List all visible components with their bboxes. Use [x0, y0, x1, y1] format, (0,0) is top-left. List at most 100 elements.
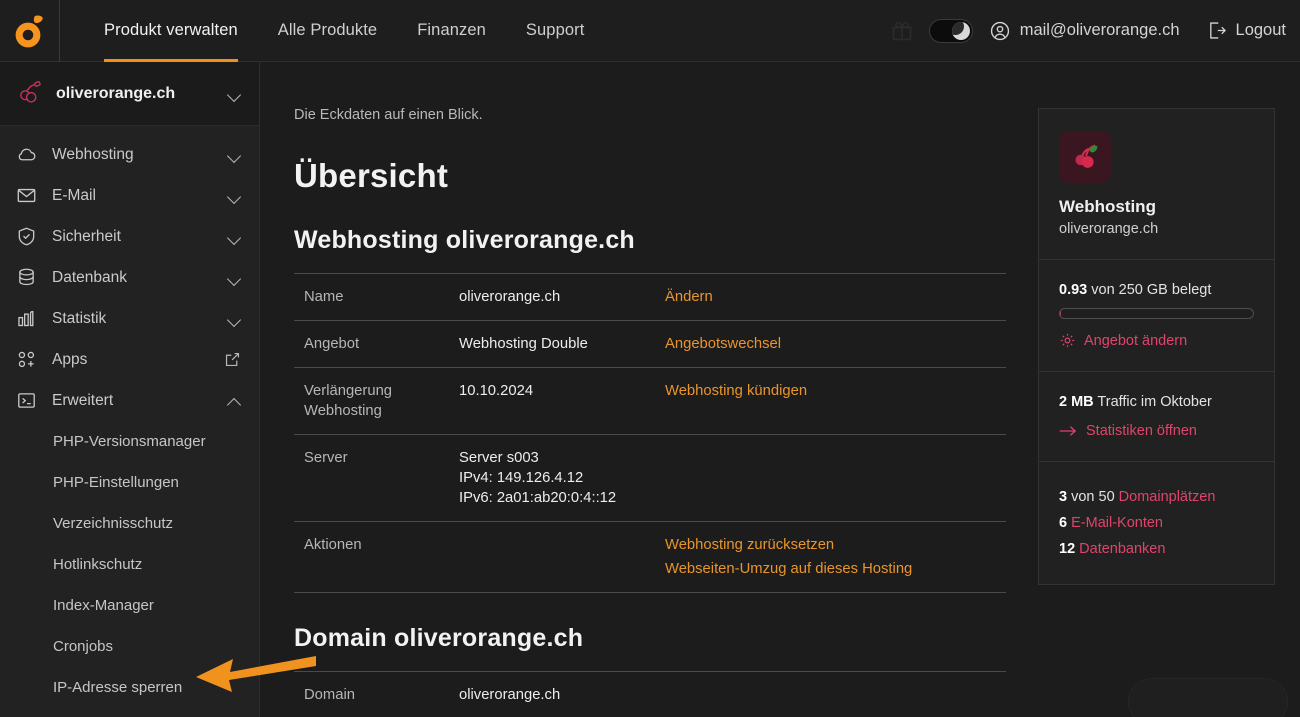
table-row: Domain oliverorange.ch: [294, 672, 1006, 717]
site-selector[interactable]: oliverorange.ch: [0, 62, 259, 126]
account-menu[interactable]: mail@oliverorange.ch: [989, 20, 1180, 42]
envelope-icon: [16, 185, 38, 206]
cloud-icon: [16, 144, 38, 165]
sidebar-item-statistik[interactable]: Statistik: [0, 298, 259, 339]
sidebar-subitem-hotlinkschutz[interactable]: Hotlinkschutz: [0, 544, 259, 585]
sidebar-label: Webhosting: [52, 145, 134, 163]
gift-button[interactable]: [879, 19, 925, 43]
nav-support[interactable]: Support: [526, 0, 585, 62]
arrow-right-icon: [1059, 426, 1077, 436]
sidebar-subitem-verzeichnisschutz[interactable]: Verzeichnisschutz: [0, 503, 259, 544]
chevron-down-icon: [228, 233, 241, 241]
summary-card: Webhosting oliverorange.ch 0.93 von 250 …: [1038, 108, 1275, 585]
open-statistics-label: Statistiken öffnen: [1086, 423, 1197, 439]
gear-icon: [1060, 333, 1075, 348]
row-label: Domain: [304, 687, 355, 703]
dark-mode-toggle[interactable]: [928, 18, 973, 43]
row-value: [459, 535, 665, 579]
nav-produkt-verwalten[interactable]: Produkt verwalten: [104, 0, 238, 62]
storage-progress-bar: [1059, 308, 1254, 319]
nav-label: Support: [525, 21, 585, 39]
open-statistics-link[interactable]: Statistiken öffnen: [1059, 423, 1254, 439]
row-actions: Webhosting zurücksetzen Webseiten-Umzug …: [665, 535, 1006, 579]
chevron-up-icon: [228, 397, 241, 405]
sidebar-subitem-cronjobs[interactable]: Cronjobs: [0, 626, 259, 667]
sidebar-sub-label: Cronjobs: [53, 638, 114, 655]
sidebar-subitem-php-einstellungen[interactable]: PHP-Einstellungen: [0, 462, 259, 503]
external-link-icon: [224, 351, 241, 368]
sidebar-item-sicherheit[interactable]: Sicherheit: [0, 216, 259, 257]
row-actions: Webhosting kündigen: [665, 381, 1006, 421]
app-root: Produkt verwalten Alle Produkte Finanzen…: [0, 0, 1300, 717]
storage-used-value: 0.93: [1059, 282, 1088, 298]
chevron-down-icon: [228, 274, 241, 282]
sidebar-item-datenbank[interactable]: Datenbank: [0, 257, 259, 298]
card-header-section: Webhosting oliverorange.ch: [1039, 109, 1274, 260]
table-row: Server Server s003 IPv4: 149.126.4.12 IP…: [294, 435, 1006, 522]
row-value: oliverorange.ch: [459, 289, 561, 305]
datenbanken-link[interactable]: Datenbanken: [1079, 541, 1165, 557]
sidebar-subitem-ip-adresse-sperren[interactable]: IP-Adresse sperren: [0, 667, 259, 708]
sidebar-sub-label: Verzeichnisschutz: [53, 515, 174, 532]
action-link-webhosting-kuendigen[interactable]: Webhosting kündigen: [665, 381, 1006, 401]
action-link-aendern[interactable]: Ändern: [665, 287, 1006, 307]
sidebar-item-email[interactable]: E-Mail: [0, 175, 259, 216]
sidebar-item-erweitert[interactable]: Erweitert: [0, 380, 259, 421]
email-konten-link[interactable]: E-Mail-Konten: [1071, 515, 1163, 531]
top-bar-actions: mail@oliverorange.ch Logout: [879, 18, 1300, 43]
storage-progress-fill: [1060, 309, 1061, 318]
row-value: Server s003 IPv4: 149.126.4.12 IPv6: 2a0…: [459, 450, 617, 506]
logout-button[interactable]: Logout: [1206, 20, 1286, 41]
sidebar-subitem-php-versionsmanager[interactable]: PHP-Versionsmanager: [0, 421, 259, 462]
chevron-down-icon: [228, 90, 241, 98]
nav-label: Alle Produkte: [277, 21, 378, 39]
sidebar-item-apps[interactable]: Apps: [0, 339, 259, 380]
sidebar-sub-label: IP-Adresse sperren: [53, 679, 183, 696]
cherry-icon: [1075, 144, 1098, 168]
row-value: Webhosting Double: [459, 336, 588, 352]
storage-text: 0.93 von 250 GB belegt: [1059, 282, 1254, 298]
action-link-webhosting-zuruecksetzen[interactable]: Webhosting zurücksetzen: [665, 535, 1006, 555]
site-name-label: oliverorange.ch: [56, 84, 176, 102]
traffic-amount: 2 MB: [1059, 394, 1094, 410]
chevron-down-icon: [228, 315, 241, 323]
row-label: Server: [304, 450, 348, 466]
table-row: Verlängerung Webhosting 10.10.2024 Webho…: [294, 368, 1006, 435]
count-row-databases: 12 Datenbanken: [1059, 536, 1254, 562]
nav-alle-produkte[interactable]: Alle Produkte: [278, 0, 377, 62]
section-title-domain: Domain oliverorange.ch: [294, 624, 584, 652]
sidebar-sub-label: PHP-Einstellungen: [53, 474, 179, 491]
logout-icon: [1209, 22, 1226, 39]
brand-logo[interactable]: [0, 0, 60, 62]
top-navigation-bar: Produkt verwalten Alle Produkte Finanzen…: [0, 0, 1300, 62]
database-count: 12: [1059, 541, 1076, 557]
action-link-webseiten-umzug[interactable]: Webseiten-Umzug auf dieses Hosting: [665, 559, 1006, 579]
card-storage-section: 0.93 von 250 GB belegt Angebot ändern: [1039, 260, 1274, 372]
row-actions: [665, 448, 1006, 508]
row-label: Aktionen: [304, 537, 362, 553]
card-counts-section: 3 von 50 Domainplätzen 6 E-Mail-Konten 1…: [1039, 462, 1274, 584]
count-row-email: 6 E-Mail-Konten: [1059, 510, 1254, 536]
sidebar-sub-label: Index-Manager: [53, 597, 154, 614]
sidebar-label: Statistik: [52, 309, 107, 327]
support-chat-widget[interactable]: [1128, 678, 1288, 717]
bar-chart-icon: [16, 308, 38, 329]
domainplaetze-link[interactable]: Domainplätzen: [1119, 489, 1216, 505]
sidebar-item-webhosting[interactable]: Webhosting: [0, 134, 259, 175]
row-label: Angebot: [304, 336, 360, 352]
change-plan-link[interactable]: Angebot ändern: [1059, 332, 1254, 349]
sidebar-subitem-index-manager[interactable]: Index-Manager: [0, 585, 259, 626]
row-actions: Angebotswechsel: [665, 334, 1006, 354]
shield-check-icon: [16, 226, 38, 247]
table-row: Name oliverorange.ch Ändern: [294, 274, 1006, 321]
storage-total-label: von 250 GB belegt: [1087, 282, 1212, 298]
sidebar-sub-label: Hotlinkschutz: [53, 556, 143, 573]
table-row: Aktionen Webhosting zurücksetzen Webseit…: [294, 522, 1006, 593]
action-link-angebotswechsel[interactable]: Angebotswechsel: [665, 334, 1006, 354]
nav-finanzen[interactable]: Finanzen: [417, 0, 486, 62]
webhosting-table: Name oliverorange.ch Ändern Angebot Webh…: [294, 273, 1006, 593]
row-actions: Ändern: [665, 287, 1006, 307]
domain-count-mid: von 50: [1067, 489, 1119, 505]
sidebar-label: Erweitert: [52, 391, 114, 409]
gift-icon: [892, 21, 912, 40]
